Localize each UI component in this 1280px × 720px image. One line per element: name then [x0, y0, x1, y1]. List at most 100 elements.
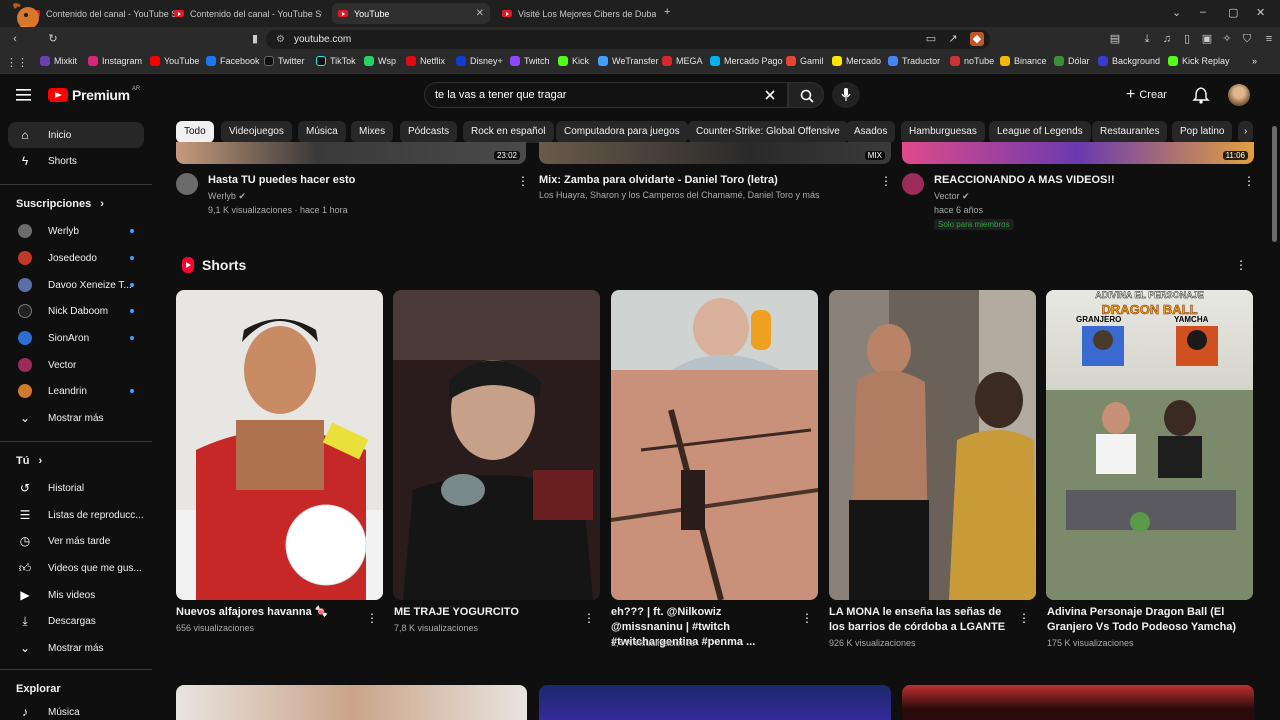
video-thumbnail[interactable]: 23:02: [176, 142, 526, 164]
more-bookmarks-icon[interactable]: »: [1252, 56, 1257, 66]
sidebar-item-descargas[interactable]: ⤓ Descargas: [8, 608, 144, 634]
more-options-icon[interactable]: ⋮: [1018, 611, 1030, 625]
chip-restaurantes[interactable]: Restaurantes: [1092, 121, 1168, 143]
bookmark-dolar[interactable]: Dólar: [1054, 56, 1090, 66]
minimize-icon[interactable]: –: [1200, 6, 1206, 18]
short-title[interactable]: ME TRAJE YOGURCITO: [394, 605, 574, 620]
bookmark-icon[interactable]: ▮: [248, 32, 262, 46]
bookmark-mercado-pago[interactable]: Mercado Pago: [710, 56, 783, 66]
window-close-icon[interactable]: ✕: [1256, 6, 1265, 19]
page-scrollbar[interactable]: [1272, 126, 1277, 242]
chip-counter-strike[interactable]: Counter-Strike: Global Offensive: [688, 121, 848, 143]
maximize-icon[interactable]: ▢: [1228, 6, 1238, 19]
more-options-icon[interactable]: ⋮: [801, 611, 813, 625]
search-input[interactable]: te la vas a tener que tragar: [424, 82, 788, 108]
share-icon[interactable]: ↗: [946, 32, 960, 46]
sidebar-item-josedeodo[interactable]: Josedeodo: [8, 245, 144, 271]
menu-icon[interactable]: ≡: [1262, 32, 1276, 46]
music-icon[interactable]: ♫: [1160, 32, 1174, 46]
bookmark-disney[interactable]: Disney+: [456, 56, 503, 66]
short-title[interactable]: LA MONA le enseña las señas de los barri…: [829, 605, 1009, 635]
clear-search-icon[interactable]: [765, 90, 775, 100]
sidebar-show-more-2[interactable]: ⌄ Mostrar más: [8, 635, 144, 661]
cast-icon[interactable]: ▭: [924, 32, 938, 46]
shorts-more-options-icon[interactable]: ⋮: [1235, 258, 1247, 272]
apps-icon[interactable]: ⋮⋮: [6, 56, 28, 70]
chip-mixes[interactable]: Mixes: [351, 121, 394, 143]
more-options-icon[interactable]: ⋮: [366, 611, 378, 625]
bookmark-instagram[interactable]: Instagram: [88, 56, 142, 66]
bookmark-netflix[interactable]: Netflix: [406, 56, 445, 66]
sidebar-item-historial[interactable]: ↺ Historial: [8, 475, 144, 501]
reader-icon[interactable]: ▯: [1180, 32, 1194, 46]
account-avatar[interactable]: [1228, 84, 1250, 106]
bookmark-facebook[interactable]: Facebook: [206, 56, 260, 66]
bookmark-twitter[interactable]: Twitter: [264, 56, 305, 66]
sidebar-item-leandrin[interactable]: Leandrin: [8, 378, 144, 404]
hamburger-menu-icon[interactable]: [16, 88, 32, 102]
subscriptions-heading[interactable]: Suscripciones ›: [16, 198, 104, 210]
chip-computadora-para-juegos[interactable]: Computadora para juegos: [556, 121, 688, 143]
video-thumbnail[interactable]: 11:06: [902, 142, 1254, 164]
more-options-icon[interactable]: ⋮: [517, 174, 529, 188]
video-thumbnail[interactable]: MIX: [539, 142, 891, 164]
short-thumbnail[interactable]: [829, 290, 1036, 600]
bookmark-mega[interactable]: MEGA: [662, 56, 703, 66]
chip-todo[interactable]: Todo: [176, 121, 214, 143]
sidebar-item-werlyb[interactable]: Werlyb: [8, 218, 144, 244]
bookmark-twitch[interactable]: Twitch: [510, 56, 550, 66]
reload-icon[interactable]: ↻: [46, 32, 60, 46]
download-icon[interactable]: ⤓: [1140, 32, 1154, 46]
bookmark-gamil[interactable]: Gamil: [786, 56, 824, 66]
vpn-icon[interactable]: ⛉: [1240, 32, 1254, 46]
search-button[interactable]: [788, 82, 824, 108]
sidebar-item-listas[interactable]: ☰ Listas de reproducc...: [8, 502, 144, 528]
sidebar-item-musica[interactable]: ♪ Música: [8, 699, 144, 720]
video-title[interactable]: Hasta TU puedes hacer esto: [208, 174, 355, 186]
chip-asados[interactable]: Asados: [846, 121, 896, 143]
more-options-icon[interactable]: ⋮: [1243, 174, 1255, 188]
sidebar-item-davoo[interactable]: Davoo Xeneize T...: [8, 272, 144, 298]
sidebar-item-shorts[interactable]: ϟ Shorts: [8, 148, 144, 174]
bookmark-mixkit[interactable]: Mixkit: [40, 56, 77, 66]
browser-tab-3[interactable]: YouTube ✕: [332, 3, 490, 24]
bookmark-kick-replay[interactable]: Kick Replay: [1168, 56, 1230, 66]
sidebar-item-mis-videos[interactable]: ▶ Mis videos: [8, 582, 144, 608]
chevron-down-icon[interactable]: ⌄: [1172, 6, 1181, 19]
sidebar-item-vector[interactable]: Vector: [8, 352, 144, 378]
channel-avatar[interactable]: [902, 173, 924, 195]
short-thumbnail[interactable]: [393, 290, 600, 600]
video-thumbnail[interactable]: [539, 685, 891, 720]
sidebar-icon[interactable]: ▤: [1108, 32, 1122, 46]
sidebar-show-more[interactable]: ⌄ Mostrar más: [8, 405, 144, 431]
sidebar-item-sionaron[interactable]: SionAron: [8, 325, 144, 351]
browser-tab-4[interactable]: Visité Los Mejores Cibers de Dubai -: [496, 3, 656, 24]
bookmark-notube[interactable]: noTube: [950, 56, 994, 66]
new-tab-icon[interactable]: +: [664, 6, 670, 18]
sidebar-item-nick-daboom[interactable]: Nick Daboom: [8, 298, 144, 324]
channel-name[interactable]: Los Huayra, Sharon y los Camperos del Ch…: [539, 190, 819, 200]
voice-search-button[interactable]: [832, 82, 860, 108]
short-thumbnail[interactable]: [611, 290, 818, 600]
chips-next-button[interactable]: ›: [1238, 121, 1254, 143]
chip-videojuegos[interactable]: Videojuegos: [221, 121, 292, 143]
short-thumbnail[interactable]: [176, 290, 383, 600]
more-options-icon[interactable]: ⋮: [880, 174, 892, 188]
brave-shield-icon[interactable]: ◆: [970, 32, 984, 46]
bookmark-binance[interactable]: Binance: [1000, 56, 1047, 66]
video-thumbnail[interactable]: [176, 685, 527, 720]
youtube-premium-logo[interactable]: Premium AR: [48, 86, 140, 103]
video-title[interactable]: Mix: Zamba para olvidarte - Daniel Toro …: [539, 174, 778, 186]
site-settings-icon[interactable]: ⚙: [276, 30, 285, 49]
more-options-icon[interactable]: ⋮: [583, 611, 595, 625]
sidebar-item-ver-mas-tarde[interactable]: ◷ Ver más tarde: [8, 528, 144, 554]
channel-avatar[interactable]: [176, 173, 198, 195]
chip-podcasts[interactable]: Pódcasts: [400, 121, 458, 143]
bookmark-kick[interactable]: Kick: [558, 56, 589, 66]
chip-pop-latino[interactable]: Pop latino: [1172, 121, 1233, 143]
short-thumbnail[interactable]: ADIVINA EL PERSONAJE DRAGON BALL GRANJER…: [1046, 290, 1253, 600]
video-thumbnail[interactable]: [902, 685, 1254, 720]
back-icon[interactable]: ‹: [8, 32, 22, 46]
bookmark-background[interactable]: Background: [1098, 56, 1160, 66]
chip-rock-en-espanol[interactable]: Rock en español: [463, 121, 554, 143]
